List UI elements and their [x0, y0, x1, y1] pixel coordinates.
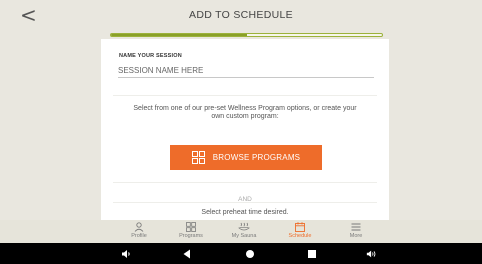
- session-name-input[interactable]: [118, 63, 374, 78]
- progress-fill: [111, 34, 247, 36]
- recents-icon[interactable]: [306, 248, 318, 260]
- calendar-icon: [295, 222, 305, 232]
- volume-up-icon[interactable]: [366, 248, 378, 260]
- tab-programs[interactable]: Programs: [166, 222, 216, 239]
- home-icon[interactable]: [244, 248, 256, 260]
- browse-programs-label: BROWSE PROGRAMS: [212, 153, 301, 162]
- divider: [113, 182, 377, 183]
- top-bar: < ADD TO SCHEDULE: [0, 0, 482, 30]
- tab-profile[interactable]: Profile: [114, 222, 164, 239]
- grid-icon: [191, 151, 205, 164]
- program-instructions: Select from one of our pre-set Wellness …: [133, 105, 357, 120]
- tab-label: More: [349, 233, 363, 239]
- session-name-label: NAME YOUR SESSION: [119, 53, 182, 59]
- system-navigation-bar: [0, 243, 482, 264]
- browse-programs-button[interactable]: BROWSE PROGRAMS: [170, 145, 322, 170]
- bottom-tab-bar: Profile Programs My Sauna Schedule More: [0, 220, 482, 243]
- tab-label: Schedule: [288, 233, 312, 239]
- tab-my-sauna[interactable]: My Sauna: [219, 222, 269, 239]
- page-title: ADD TO SCHEDULE: [189, 9, 293, 21]
- menu-icon: [351, 223, 361, 231]
- tab-schedule[interactable]: Schedule: [275, 222, 325, 239]
- tab-label: Programs: [179, 233, 203, 239]
- volume-down-icon[interactable]: [120, 248, 132, 260]
- tab-label: Profile: [131, 233, 147, 239]
- tab-more[interactable]: More: [331, 222, 381, 239]
- form-card: NAME YOUR SESSION Select from one of our…: [101, 39, 389, 220]
- divider: [113, 202, 377, 203]
- grid-icon: [186, 222, 196, 232]
- person-icon: [134, 222, 144, 232]
- preheat-instructions: Select preheat time desired.: [201, 209, 289, 216]
- progress-bar: [110, 33, 383, 37]
- back-icon[interactable]: [181, 248, 193, 260]
- divider: [113, 95, 377, 96]
- sauna-icon: [238, 222, 250, 231]
- tab-label: My Sauna: [231, 233, 257, 239]
